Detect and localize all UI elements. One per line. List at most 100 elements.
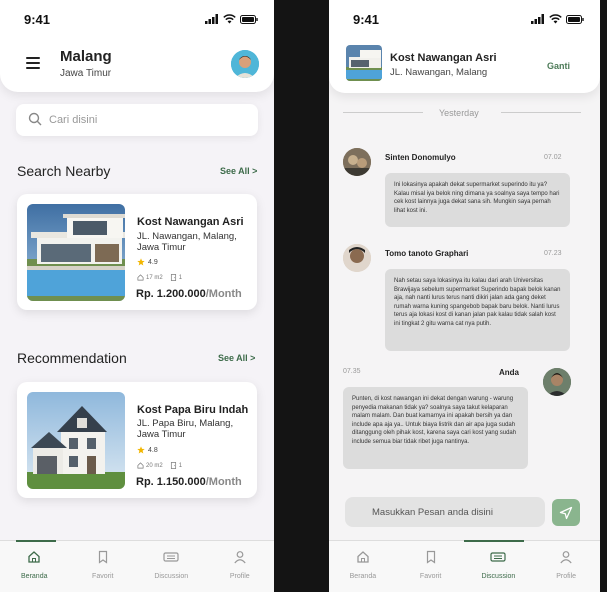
room-count: 1 (178, 274, 183, 281)
chat-header: 9:41 Kost Nawangan Asri JL. Nawangan, Ma… (329, 0, 600, 93)
location-province: Jawa Timur (60, 68, 112, 79)
search-icon (28, 112, 42, 126)
bottom-navigation: Beranda Favorit Discussion Profile (0, 540, 274, 592)
avatar[interactable] (543, 368, 571, 396)
battery-icon (240, 14, 258, 24)
kost-photo (27, 204, 125, 301)
message-bubble: Nah setau saya lokasinya itu kalau dari … (385, 269, 570, 351)
wifi-icon (549, 14, 562, 24)
send-button[interactable] (552, 499, 580, 526)
kost-photo (27, 392, 125, 489)
price-period: /Month (205, 476, 242, 488)
avatar[interactable] (343, 148, 371, 176)
recommendation-title: Recommendation (17, 350, 127, 366)
kost-address: JL. Papa Biru, Malang, Jawa Timur (137, 418, 234, 440)
price-value: Rp. 1.200.000 (136, 288, 206, 300)
nav-item-discussion[interactable]: Discussion (137, 541, 206, 592)
search-bar[interactable] (16, 104, 258, 136)
nearby-see-all-link[interactable]: See All > (220, 166, 257, 176)
status-icons (531, 14, 584, 24)
nav-item-discussion[interactable]: Discussion (465, 541, 533, 592)
door-icon (170, 462, 176, 469)
area-value: 17 m2 (146, 274, 163, 281)
recommendation-see-all-link[interactable]: See All > (218, 353, 255, 363)
active-tab-indicator (464, 540, 524, 542)
kost-title: Kost Papa Biru Indah (137, 404, 249, 416)
area-value: 20 m2 (146, 462, 163, 469)
nav-item-favorit[interactable]: Favorit (397, 541, 465, 592)
message-sender: Tomo tanoto Graphari (385, 249, 469, 258)
nav-label: Discussion (481, 573, 516, 580)
message-time: 07.02 (544, 154, 562, 161)
nav-item-favorit[interactable]: Favorit (69, 541, 138, 592)
price-period: /Month (205, 288, 242, 300)
bottom-navigation: Beranda Favorit Discussion Profile (329, 540, 600, 592)
bookmark-icon (426, 550, 435, 564)
message-time: 07.23 (544, 250, 562, 257)
kost-price: Rp. 1.200.000/Month (136, 288, 242, 300)
nav-item-profile[interactable]: Profile (206, 541, 275, 592)
home-size-icon (137, 274, 144, 281)
divider (343, 112, 423, 113)
battery-icon (566, 14, 584, 24)
chat-kost-address: JL. Nawangan, Malang (390, 67, 488, 78)
keyboard-icon (163, 552, 179, 562)
kost-thumbnail (346, 45, 382, 81)
home-screen: 9:41 Malang Jawa Timur Search Nearby See… (0, 0, 274, 592)
menu-button[interactable] (26, 57, 40, 69)
user-icon (560, 551, 572, 564)
nav-label: Favorit (419, 573, 442, 580)
message-input[interactable] (345, 497, 545, 527)
kost-rating: 4.9 (137, 258, 158, 266)
wifi-icon (223, 14, 236, 24)
nav-item-beranda[interactable]: Beranda (0, 541, 69, 592)
send-icon (559, 506, 573, 519)
status-time: 9:41 (24, 12, 51, 27)
kost-rating: 4.8 (137, 446, 158, 454)
nav-item-beranda[interactable]: Beranda (329, 541, 397, 592)
avatar[interactable] (343, 244, 371, 272)
home-icon (28, 551, 40, 563)
day-label: Yesterday (439, 108, 479, 118)
message-bubble: Ini lokasinya apakah dekat supermarket s… (385, 173, 570, 227)
nav-label: Discussion (154, 573, 189, 580)
keyboard-icon (490, 552, 506, 562)
nav-item-profile[interactable]: Profile (532, 541, 600, 592)
discussion-screen: 9:41 Kost Nawangan Asri JL. Nawangan, Ma… (329, 0, 600, 592)
home-icon (357, 551, 369, 563)
change-kost-button[interactable]: Ganti (547, 61, 570, 71)
rating-value: 4.9 (148, 258, 158, 266)
message-bubble: Punten, di kost nawangan ini dekat denga… (343, 387, 528, 469)
avatar[interactable] (231, 50, 259, 78)
kost-meta: 20 m2 1 (137, 462, 182, 469)
room-count: 1 (178, 462, 183, 469)
user-icon (234, 551, 246, 564)
active-tab-indicator (16, 540, 56, 542)
kost-price: Rp. 1.150.000/Month (136, 476, 242, 488)
status-bar: 9:41 (329, 0, 600, 38)
nav-label: Profile (556, 573, 577, 580)
price-value: Rp. 1.150.000 (136, 476, 206, 488)
nav-label: Beranda (21, 573, 48, 580)
kost-meta: 17 m2 1 (137, 274, 182, 281)
nav-label: Profile (229, 573, 250, 580)
status-icons (205, 14, 258, 24)
status-time: 9:41 (353, 12, 380, 27)
kost-card[interactable]: Kost Papa Biru Indah JL. Papa Biru, Mala… (17, 382, 257, 498)
search-input[interactable] (49, 104, 249, 136)
chat-kost-name: Kost Nawangan Asri (390, 52, 497, 64)
nearby-title: Search Nearby (17, 163, 111, 179)
kost-address: JL. Nawangan, Malang, Jawa Timur (137, 231, 237, 253)
kost-title: Kost Nawangan Asri (137, 216, 244, 228)
signal-icon (531, 14, 544, 24)
nav-label: Beranda (349, 573, 377, 580)
home-header: 9:41 Malang Jawa Timur (0, 0, 274, 92)
door-icon (170, 274, 176, 281)
nav-label: Favorit (92, 573, 114, 580)
location-city: Malang (60, 48, 112, 65)
message-sender: Anda (499, 368, 519, 377)
signal-icon (205, 14, 218, 24)
status-bar: 9:41 (0, 0, 274, 38)
kost-card[interactable]: Kost Nawangan Asri JL. Nawangan, Malang,… (17, 194, 257, 310)
message-sender: Sinten Donomulyo (385, 153, 456, 162)
